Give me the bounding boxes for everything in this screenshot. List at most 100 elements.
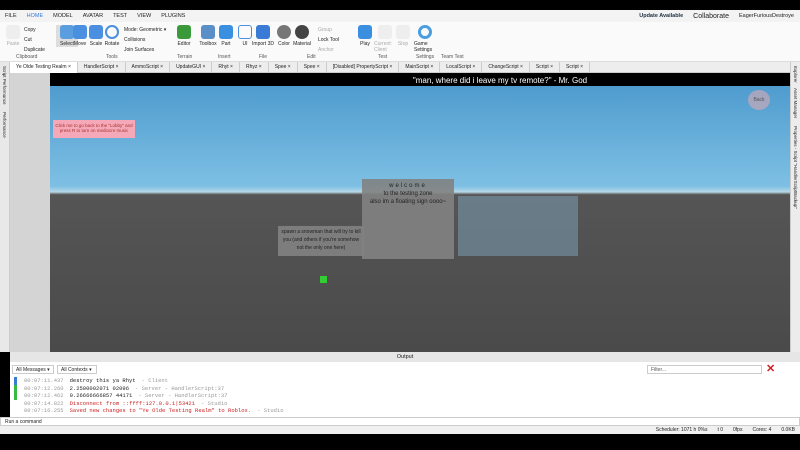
output-title: Output	[396, 354, 414, 360]
caption-bar: "man, where did i leave my tv remote?" -…	[50, 76, 790, 86]
properties-tab[interactable]: Properties - Script "HandlerScriptBackup…	[793, 126, 798, 209]
tab-script[interactable]: UpdateGUI ×	[170, 61, 213, 73]
left-dock: Script Performance Performance	[0, 62, 10, 352]
group-label-settings: Settings	[416, 54, 435, 60]
tab-script[interactable]: MainScript ×	[399, 61, 441, 73]
menu-view[interactable]: VIEW	[137, 13, 151, 19]
command-bar[interactable]: Run a command	[0, 417, 800, 426]
welcome-line: also im a floating sign oooo~	[369, 199, 447, 205]
tab-script[interactable]: ChangeScript ×	[482, 61, 530, 73]
menu-plugins[interactable]: PLUGINS	[161, 13, 185, 19]
group-label-terrain: Terrain	[177, 54, 193, 60]
log-msg: Disconnect from ::ffff:127.0.0.1|53421	[69, 399, 196, 407]
log-msg: 0.26666666857 44171	[69, 392, 133, 399]
join-surfaces-toggle[interactable]: Join Surfaces	[124, 45, 166, 55]
3d-viewport[interactable]: Click me to go back to the "Lobby" and p…	[50, 76, 790, 352]
menu-home[interactable]: HOME	[27, 13, 44, 19]
log-msg: 2.2500002071 02096	[69, 384, 130, 392]
output-header: Output	[10, 352, 800, 362]
cores-status: Cores: 4	[752, 427, 772, 433]
snowman-sign[interactable]: spawn a snowman that will try to kill yo…	[278, 226, 364, 256]
asset-manager-tab[interactable]: Asset Manager	[793, 88, 798, 118]
welcome-line: to the testing zone	[383, 191, 433, 197]
stop-button[interactable]: Stop	[392, 25, 414, 47]
floating-panel	[458, 196, 578, 256]
log-entry: 00:07:12.260 2.2500002071 02096 - Server -…	[14, 384, 230, 393]
import-3d-button[interactable]: Import 3D	[252, 25, 274, 47]
play-button[interactable]: Play	[354, 25, 376, 47]
ribbon: Paste Copy Cut Duplicate Select Move Sca…	[0, 22, 800, 62]
green-part[interactable]	[320, 276, 327, 283]
output-panel: All Messages ▾ All Contexts ▾ Filter... …	[10, 362, 800, 417]
log-entry: 00:07:11.437 destroy this ya Rhyt - Client	[14, 377, 174, 385]
group-label-clipboard: Clipboard	[16, 54, 38, 60]
explorer-tab[interactable]: Explorer	[793, 66, 798, 83]
menu-file[interactable]: FILE	[5, 13, 17, 19]
anchor-button[interactable]: Anchor	[318, 45, 339, 55]
messages-filter[interactable]: All Messages ▾	[12, 365, 54, 374]
log-level-bar	[14, 392, 17, 400]
tab-script[interactable]: Spee ×	[269, 61, 298, 73]
lobby-button[interactable]: Click me to go back to the "Lobby" and p…	[53, 120, 135, 138]
welcome-title: welcome	[389, 183, 427, 189]
group-label-team-test: Team Test	[441, 54, 464, 60]
tab-script[interactable]: Rhyt ×	[212, 61, 240, 73]
group-label-test: Test	[378, 54, 388, 60]
document-tabs: Ye Olde Testing Realm × HandlerScript × …	[10, 61, 800, 73]
log-time: 00:07:12.260	[24, 384, 64, 392]
log-src: - Studio	[201, 399, 228, 407]
tab-script[interactable]: AmmoScript ×	[126, 61, 171, 73]
filter-input[interactable]: Filter...	[647, 365, 762, 374]
group-button[interactable]: Group	[318, 25, 339, 35]
log-msg: Saved new changes to "Ye Olde Testing Re…	[69, 407, 252, 414]
log-src: - Server - HandlerScript:37	[135, 384, 225, 392]
scheduler-status: Scheduler: 1071 h 0%s	[655, 427, 708, 433]
tab-script[interactable]: Rhyz ×	[240, 61, 269, 73]
tab-script[interactable]: [Disabled] PropertyScript ×	[327, 61, 400, 73]
log-time: 00:07:11.437	[24, 377, 64, 384]
tab-script[interactable]: HandlerScript ×	[78, 61, 126, 73]
menu-avatar[interactable]: AVATAR	[83, 13, 103, 19]
log-msg: destroy this ya Rhyt	[69, 377, 136, 384]
lock-tool-button[interactable]: Lock Tool	[318, 35, 339, 45]
log-src: - Server - HandlerScript:37	[138, 392, 228, 399]
copy-button[interactable]: Copy	[24, 25, 45, 35]
cut-button[interactable]: Cut	[24, 35, 45, 45]
memory-status: 0.0KB	[781, 427, 795, 433]
menu-test[interactable]: TEST	[113, 13, 127, 19]
rotate-button[interactable]: Rotate	[101, 25, 123, 47]
script-performance-tab[interactable]: Script Performance	[2, 66, 7, 105]
left-panel	[10, 73, 50, 352]
mode-select[interactable]: Mode: Geometric ▾	[124, 25, 166, 35]
t-status: t 0	[717, 427, 724, 433]
menu-model[interactable]: MODEL	[53, 13, 73, 19]
back-button[interactable]: Back	[748, 90, 770, 110]
game-settings-button[interactable]: Game Settings	[414, 25, 436, 53]
collaborate-button[interactable]: Collaborate	[693, 13, 729, 20]
status-bar: Scheduler: 1071 h 0%s t 0 0fps Cores: 4 …	[0, 426, 800, 434]
paste-button[interactable]: Paste	[2, 25, 24, 47]
log-src: - Studio	[257, 407, 284, 414]
material-button[interactable]: Material	[291, 25, 313, 47]
right-dock: Explorer Asset Manager Properties - Scri…	[790, 62, 800, 352]
group-label-tools: Tools	[106, 54, 118, 60]
tab-place[interactable]: Ye Olde Testing Realm ×	[10, 61, 78, 73]
clear-output-icon[interactable]: ✕	[766, 362, 775, 375]
terrain-editor-button[interactable]: Editor	[173, 25, 195, 47]
tab-script[interactable]: LocalScript ×	[440, 61, 483, 73]
tab-script[interactable]: Script ×	[530, 61, 561, 73]
group-label-file: File	[259, 54, 268, 60]
log-entry: 00:07:14.822 Disconnect from ::ffff:127.0…	[24, 400, 233, 407]
fps-status: 0fps	[733, 427, 743, 433]
user-name[interactable]: EagerFuriousDestroye	[739, 13, 794, 19]
performance-tab[interactable]: Performance	[2, 112, 7, 138]
update-available[interactable]: Update Available	[639, 13, 683, 19]
log-entry: 00:07:16.255 Saved new changes to "Ye Old…	[24, 407, 290, 414]
tab-script[interactable]: Spee ×	[298, 61, 327, 73]
contexts-filter[interactable]: All Contexts ▾	[57, 365, 97, 374]
log-time: 00:07:12.462	[24, 392, 64, 399]
log-src: - Client	[141, 377, 169, 384]
collisions-toggle[interactable]: Collisions	[124, 35, 166, 45]
tab-script[interactable]: Script ×	[560, 61, 591, 73]
group-label-edit: Edit	[307, 54, 316, 60]
